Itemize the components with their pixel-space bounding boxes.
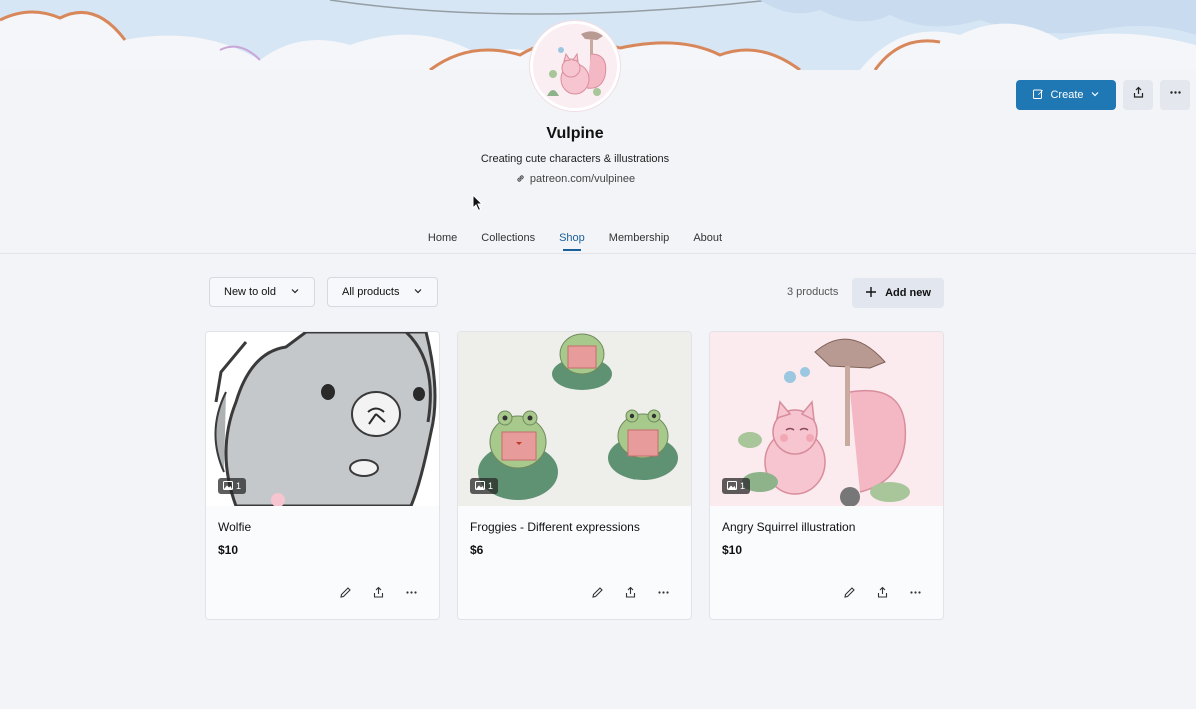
product-actions <box>841 584 923 600</box>
chevron-down-icon <box>1090 89 1100 102</box>
product-filter-dropdown[interactable]: All products <box>326 277 439 307</box>
tab-membership[interactable]: Membership <box>609 232 670 251</box>
tab-about[interactable]: About <box>693 232 722 251</box>
create-button[interactable]: Create <box>1016 80 1116 110</box>
create-button-label: Create <box>1050 89 1084 101</box>
more-icon[interactable] <box>655 584 671 600</box>
sort-dropdown[interactable]: New to old <box>209 277 315 307</box>
product-title: Froggies - Different expressions <box>470 520 640 534</box>
more-icon[interactable] <box>907 584 923 600</box>
product-title: Angry Squirrel illustration <box>722 520 856 534</box>
image-count: 1 <box>740 481 746 491</box>
tabs-divider <box>0 253 1196 254</box>
profile-link[interactable]: patreon.com/vulpinee <box>0 173 1150 187</box>
image-icon <box>475 480 485 492</box>
product-price: $10 <box>722 543 743 557</box>
header-actions: Create <box>1016 80 1190 110</box>
share-icon[interactable] <box>874 584 890 600</box>
edit-icon[interactable] <box>337 584 353 600</box>
image-count: 1 <box>236 481 242 491</box>
profile-link-text: patreon.com/vulpinee <box>529 173 636 185</box>
profile-tabs: Home Collections Shop Membership About <box>0 232 1150 251</box>
image-count-badge: 1 <box>722 478 751 494</box>
image-count-badge: 1 <box>470 478 499 494</box>
edit-icon[interactable] <box>841 584 857 600</box>
more-icon[interactable] <box>403 584 419 600</box>
product-card[interactable]: 1 Wolfie $10 <box>205 331 440 620</box>
share-icon[interactable] <box>370 584 386 600</box>
tab-collections[interactable]: Collections <box>481 232 535 251</box>
product-price: $6 <box>470 543 484 557</box>
edit-icon[interactable] <box>589 584 605 600</box>
link-icon <box>515 173 526 187</box>
shop-filters: New to old All products <box>209 277 439 307</box>
creator-name: Vulpine <box>546 125 604 142</box>
creator-avatar[interactable] <box>530 21 620 111</box>
squirrel-avatar-illustration <box>533 24 617 108</box>
tab-shop[interactable]: Shop <box>559 232 585 251</box>
share-profile-button[interactable] <box>1123 80 1153 110</box>
more-icon <box>1169 86 1182 104</box>
product-actions <box>589 584 671 600</box>
mouse-cursor-icon <box>472 193 484 217</box>
share-icon[interactable] <box>622 584 638 600</box>
product-title: Wolfie <box>218 520 252 534</box>
image-icon <box>727 480 737 492</box>
chevron-down-icon <box>290 286 300 299</box>
image-count: 1 <box>488 481 494 491</box>
add-new-label: Add new <box>885 287 931 299</box>
product-actions <box>337 584 419 600</box>
share-icon <box>1132 86 1145 104</box>
more-options-button[interactable] <box>1160 80 1190 110</box>
product-price: $10 <box>218 543 239 557</box>
product-count: 3 products <box>787 286 839 298</box>
sort-dropdown-label: New to old <box>224 286 276 298</box>
image-icon <box>223 480 233 492</box>
creator-tagline: Creating cute characters & illustrations <box>480 153 670 165</box>
tab-home[interactable]: Home <box>428 232 457 251</box>
image-count-badge: 1 <box>218 478 247 494</box>
product-filter-label: All products <box>341 286 400 298</box>
pencil-icon <box>1032 88 1044 103</box>
plus-icon <box>865 286 877 301</box>
add-new-button[interactable]: Add new <box>852 278 944 308</box>
chevron-down-icon <box>413 286 423 299</box>
product-card[interactable]: 1 Angry Squirrel illustration $10 <box>709 331 944 620</box>
product-card[interactable]: 1 Froggies - Different expressions $6 <box>457 331 692 620</box>
